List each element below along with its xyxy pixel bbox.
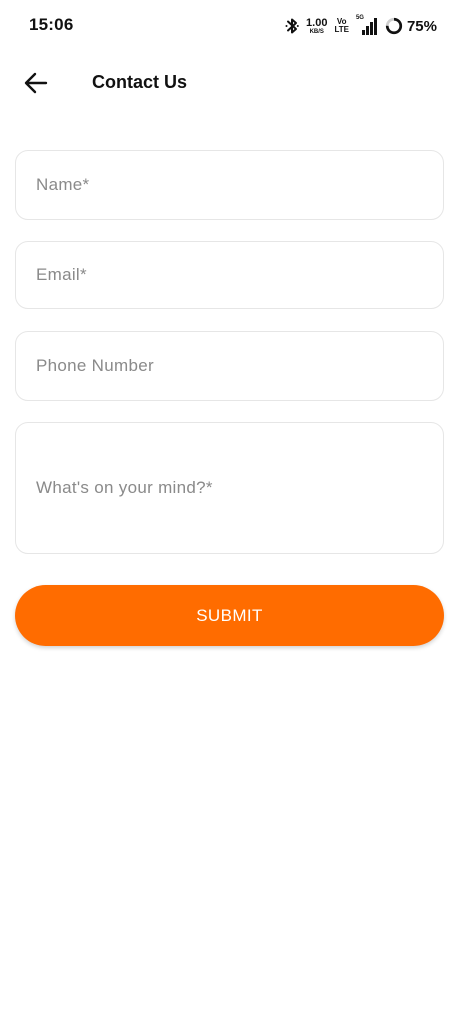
email-field-container xyxy=(15,241,444,309)
email-input[interactable] xyxy=(16,242,443,308)
phone-field-container xyxy=(15,331,444,401)
name-field-container xyxy=(15,150,444,220)
arrow-left-icon xyxy=(24,72,48,94)
status-icons: 1.00 KB/S Vo LTE 5G 75% xyxy=(278,12,437,40)
network-speed-unit: KB/S xyxy=(309,28,324,35)
network-speed-value: 1.00 xyxy=(306,16,328,29)
network-speed: 1.00 KB/S xyxy=(306,16,328,35)
page-title: Contact Us xyxy=(92,72,188,92)
volte-bottom-label: LTE xyxy=(334,25,349,34)
name-input[interactable] xyxy=(16,151,443,219)
signal-icon: 5G xyxy=(355,15,378,35)
message-input[interactable] xyxy=(16,423,443,553)
battery-percent: 75% xyxy=(406,17,437,35)
submit-button[interactable]: SUBMIT xyxy=(15,585,444,646)
back-button[interactable] xyxy=(16,65,56,101)
volte-indicator: Vo LTE xyxy=(334,18,349,34)
status-bar: 15:06 1.00 KB/S Vo LTE 5G 75% xyxy=(0,0,459,52)
app-bar: Contact Us xyxy=(0,52,459,114)
battery-icon: 75% xyxy=(385,17,437,35)
status-time: 15:06 xyxy=(29,15,74,34)
phone-input[interactable] xyxy=(16,332,443,400)
bluetooth-icon xyxy=(285,17,299,35)
contact-us-screen: 15:06 1.00 KB/S Vo LTE 5G 75% Contact Us… xyxy=(0,0,459,1024)
message-field-container xyxy=(15,422,444,554)
network-type-label: 5G xyxy=(355,15,364,21)
